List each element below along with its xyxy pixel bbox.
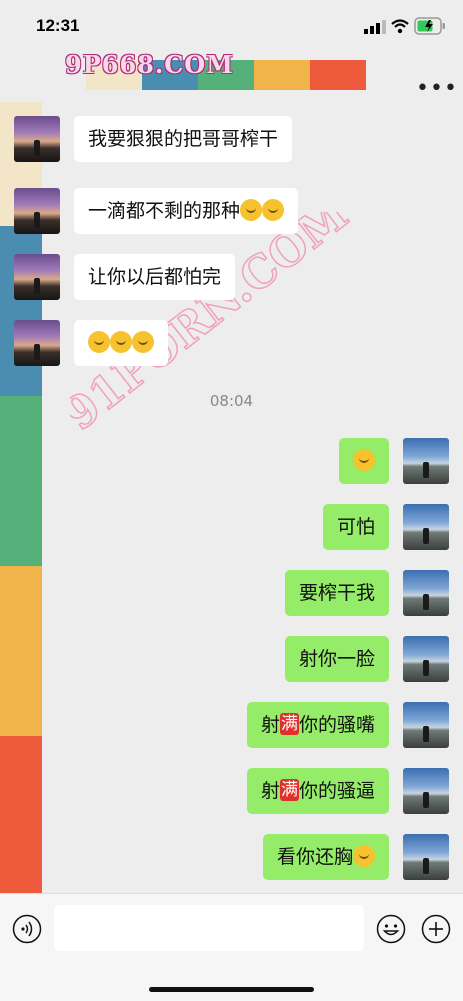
outgoing-message[interactable]: 看你还胸 bbox=[262, 834, 389, 880]
nav-bar: 9P668.COM ••• bbox=[0, 46, 463, 102]
message-input[interactable] bbox=[54, 905, 364, 951]
my-avatar[interactable] bbox=[403, 636, 449, 682]
battery-icon bbox=[414, 17, 445, 35]
thinking-face-emoji bbox=[262, 198, 285, 221]
signal-icon bbox=[364, 20, 386, 34]
thinking-face-emoji bbox=[240, 198, 263, 221]
incoming-message[interactable]: 让你以后都怕完 bbox=[74, 254, 236, 300]
strip-block bbox=[310, 60, 366, 90]
message-text: 可怕 bbox=[336, 516, 375, 538]
chat-area[interactable]: 91PORN.COM 我要狠狠的把哥哥榨干 一滴都不剩的那种 让你以后都怕完 08:0… bbox=[0, 102, 463, 892]
outgoing-message[interactable]: 射满你的骚逼 bbox=[246, 768, 389, 814]
my-avatar[interactable] bbox=[403, 570, 449, 616]
incoming-message[interactable]: 一滴都不剩的那种 bbox=[74, 188, 299, 234]
emoji-icon[interactable] bbox=[376, 914, 406, 944]
incoming-message[interactable] bbox=[74, 320, 168, 366]
my-avatar[interactable] bbox=[403, 438, 449, 484]
my-avatar[interactable] bbox=[403, 702, 449, 748]
chat-title: 9P668.COM bbox=[65, 50, 234, 79]
timestamp: 08:04 bbox=[209, 392, 254, 410]
avatar-figure bbox=[34, 212, 40, 228]
outgoing-message[interactable]: 射满你的骚嘴 bbox=[246, 702, 389, 748]
input-bar bbox=[0, 893, 463, 1001]
message-text: 射你一脸 bbox=[298, 648, 375, 670]
red-badge-emoji: 满 bbox=[279, 712, 299, 735]
message-prefix: 射 bbox=[260, 714, 280, 736]
red-badge-emoji: 满 bbox=[279, 778, 299, 801]
message-text: 一滴都不剩的那种 bbox=[88, 200, 241, 222]
incoming-message[interactable]: 我要狠狠的把哥哥榨干 bbox=[74, 116, 293, 162]
message-text: 你的骚逼 bbox=[298, 780, 375, 802]
wifi-icon bbox=[391, 19, 409, 34]
my-avatar[interactable] bbox=[403, 768, 449, 814]
outgoing-message[interactable]: 射你一脸 bbox=[284, 636, 389, 682]
message-text: 让你以后都怕完 bbox=[88, 266, 222, 288]
message-prefix: 射 bbox=[260, 780, 280, 802]
avatar-figure bbox=[423, 462, 429, 478]
avatar-figure bbox=[34, 344, 40, 360]
smiling-face-emoji bbox=[110, 330, 132, 353]
avatar-figure bbox=[423, 528, 429, 544]
message-text: 我要狠狠的把哥哥榨干 bbox=[88, 128, 279, 150]
avatar-figure bbox=[34, 140, 40, 156]
strip-block bbox=[254, 60, 310, 90]
avatar-figure bbox=[423, 660, 429, 676]
contact-avatar[interactable] bbox=[14, 116, 60, 162]
message-text: 你的骚嘴 bbox=[298, 714, 375, 736]
my-avatar[interactable] bbox=[403, 504, 449, 550]
avatar-figure bbox=[423, 594, 429, 610]
contact-avatar[interactable] bbox=[14, 188, 60, 234]
smiling-face-emoji bbox=[88, 330, 110, 353]
rolling-laughing-emoji bbox=[353, 448, 375, 471]
contact-avatar[interactable] bbox=[14, 320, 60, 366]
voice-icon[interactable] bbox=[12, 914, 42, 944]
status-time: 12:31 bbox=[36, 16, 80, 35]
outgoing-message[interactable] bbox=[339, 438, 389, 484]
contact-avatar[interactable] bbox=[14, 254, 60, 300]
home-indicator bbox=[149, 987, 314, 992]
message-text: 看你还胸 bbox=[276, 846, 353, 868]
thinking-face-emoji bbox=[353, 844, 375, 867]
outgoing-message[interactable]: 可怕 bbox=[322, 504, 389, 550]
avatar-figure bbox=[423, 858, 429, 874]
add-icon[interactable] bbox=[421, 914, 451, 944]
avatar-figure bbox=[423, 726, 429, 742]
avatar-figure bbox=[34, 278, 40, 294]
smiling-face-emoji bbox=[132, 330, 154, 353]
status-bar: 12:31 bbox=[0, 0, 463, 46]
more-icon[interactable]: ••• bbox=[416, 76, 458, 101]
my-avatar[interactable] bbox=[403, 834, 449, 880]
outgoing-message[interactable]: 要榨干我 bbox=[284, 570, 389, 616]
avatar-figure bbox=[423, 792, 429, 808]
message-text: 要榨干我 bbox=[298, 582, 375, 604]
